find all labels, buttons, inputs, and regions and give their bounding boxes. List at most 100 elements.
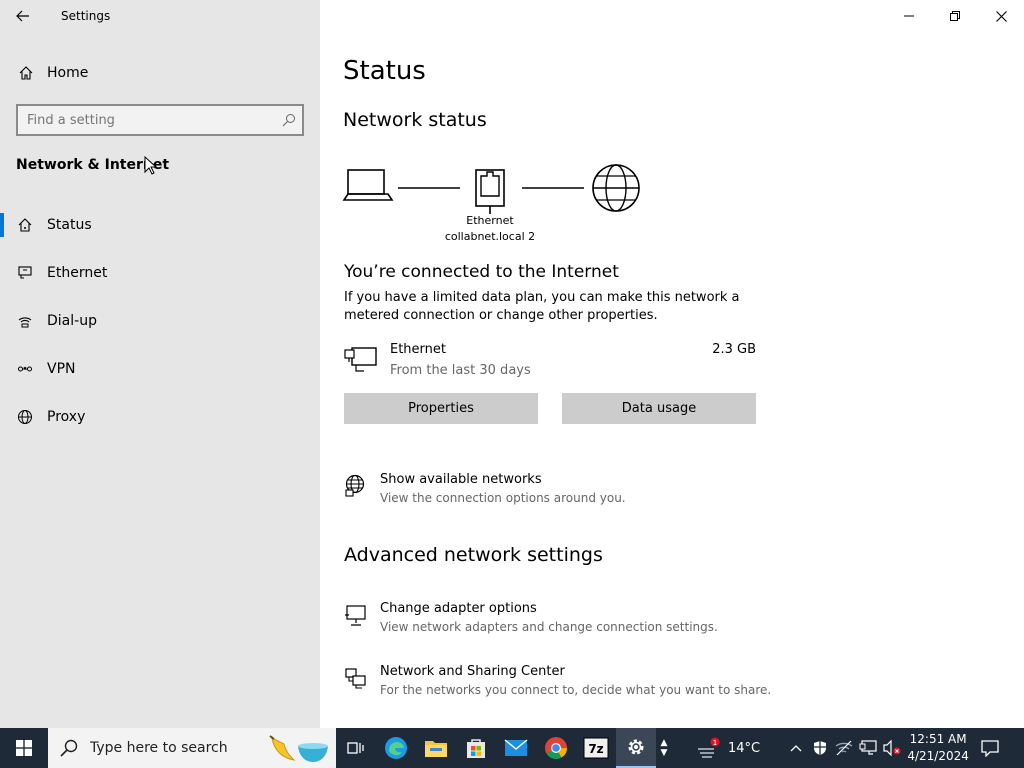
chevron-up-icon[interactable]: ▲	[661, 738, 668, 748]
taskbar-search-placeholder: Type here to search	[90, 740, 228, 756]
weather-widget[interactable]: 1 14°C	[696, 737, 760, 759]
network-warning-icon	[835, 740, 853, 756]
network-button[interactable]	[856, 728, 880, 768]
clock[interactable]: 12:51 AM 4/21/2024	[906, 731, 970, 765]
main-content: Status Network status Ethernet collabnet…	[320, 0, 1024, 728]
home-wifi-icon	[14, 217, 36, 233]
sidebar-item-home[interactable]: Home	[0, 56, 320, 90]
weather-alert-badge: 1	[713, 739, 717, 747]
windows-logo-icon	[16, 740, 32, 756]
close-button[interactable]	[978, 0, 1024, 32]
vpn-icon	[14, 361, 36, 377]
edge-button[interactable]	[376, 728, 416, 768]
volume-muted-icon	[883, 740, 901, 756]
dialup-icon	[14, 313, 36, 329]
sidebar-item-dialup[interactable]: Dial-up	[0, 297, 320, 345]
sidebar-item-label: Ethernet	[47, 265, 108, 281]
mail-icon	[504, 739, 528, 756]
page-title: Status	[343, 56, 426, 86]
laptop-icon	[342, 169, 394, 201]
edge-icon	[385, 737, 407, 759]
title-bar: Settings	[0, 0, 320, 32]
globe-icon	[14, 409, 36, 425]
chrome-button[interactable]	[536, 728, 576, 768]
network-diagram	[342, 164, 640, 214]
advanced-settings-heading: Advanced network settings	[344, 544, 603, 566]
sidebar-item-vpn[interactable]: VPN	[0, 345, 320, 393]
volume-button[interactable]	[880, 728, 904, 768]
minimize-icon	[904, 15, 914, 17]
file-explorer-button[interactable]	[416, 728, 456, 768]
diagram-label-network: collabnet.local 2	[444, 230, 536, 243]
connection-row: Ethernet From the last 30 days 2.3 GB	[344, 342, 756, 382]
restore-icon	[950, 11, 960, 21]
sidebar-item-proxy[interactable]: Proxy	[0, 393, 320, 441]
show-networks-subtitle: View the connection options around you.	[380, 491, 626, 505]
data-usage-button[interactable]: Data usage	[562, 393, 756, 424]
shield-icon	[814, 741, 827, 755]
system-tray	[784, 728, 904, 768]
settings-button[interactable]	[616, 728, 656, 768]
properties-button[interactable]: Properties	[344, 393, 538, 424]
network-globe-icon	[344, 474, 368, 502]
data-usage-amount: 2.3 GB	[712, 342, 756, 357]
connected-heading: You’re connected to the Internet	[344, 262, 619, 282]
window-controls	[886, 0, 1024, 32]
search-highlight-illustration-icon	[269, 735, 328, 762]
sidebar-item-label: Proxy	[47, 409, 86, 425]
clock-date: 4/21/2024	[907, 749, 969, 763]
chrome-icon	[545, 737, 567, 759]
notification-icon	[981, 740, 999, 757]
app-title: Settings	[61, 9, 111, 23]
restore-button[interactable]	[932, 0, 978, 32]
store-button[interactable]	[456, 728, 496, 768]
connection-period: From the last 30 days	[390, 363, 531, 378]
temperature: 14°C	[728, 740, 761, 756]
folder-icon	[425, 741, 447, 757]
back-button[interactable]	[0, 0, 46, 32]
sidebar-item-label: Status	[47, 217, 92, 233]
chevron-up-icon	[790, 745, 802, 752]
notification-center-button[interactable]	[970, 728, 1010, 768]
start-button[interactable]	[0, 728, 48, 768]
adapter-monitor-icon	[344, 603, 368, 631]
show-networks-title: Show available networks	[380, 472, 542, 487]
sharing-center-icon	[344, 666, 368, 694]
taskbar-scroll[interactable]: ▲ ▼	[656, 728, 672, 768]
connection-name: Ethernet	[390, 342, 446, 357]
mail-button[interactable]	[496, 728, 536, 768]
7zip-icon: 7z	[583, 737, 609, 759]
search-icon	[60, 739, 78, 757]
7zip-label: 7z	[588, 742, 603, 756]
search-icon[interactable]	[282, 112, 296, 131]
setting-search-input[interactable]	[27, 112, 267, 128]
task-view-button[interactable]	[336, 728, 376, 768]
taskbar-search-box[interactable]: Type here to search	[48, 728, 336, 768]
sidebar-item-status[interactable]: Status	[0, 201, 320, 249]
network-status-heading: Network status	[343, 109, 487, 131]
globe-icon	[592, 164, 640, 212]
ethernet-monitor-icon	[344, 346, 378, 378]
7zip-button[interactable]: 7z	[576, 728, 616, 768]
back-arrow-icon	[16, 10, 29, 22]
sidebar-item-label: VPN	[47, 361, 76, 377]
clock-time: 12:51 AM	[909, 732, 967, 746]
connected-description: If you have a limited data plan, you can…	[344, 290, 740, 323]
sharing-center-subtitle: For the networks you connect to, decide …	[380, 683, 772, 697]
sidebar-item-ethernet[interactable]: Ethernet	[0, 249, 320, 297]
change-adapter-title: Change adapter options	[380, 601, 537, 616]
diagram-label: Ethernet collabnet.local 2	[440, 213, 540, 245]
monitor-network-icon	[859, 740, 877, 755]
minimize-button[interactable]	[886, 0, 932, 32]
show-hidden-icons-button[interactable]	[784, 728, 808, 768]
sidebar-item-label: Dial-up	[47, 313, 97, 329]
setting-search-box[interactable]	[16, 104, 304, 136]
sharing-center-link[interactable]: Network and Sharing Center For the netwo…	[344, 664, 844, 704]
chevron-down-icon[interactable]: ▼	[661, 748, 668, 758]
sidebar-nav: Status Ethernet Dial-up VPN Proxy	[0, 201, 320, 441]
network-disabled-button[interactable]	[832, 728, 856, 768]
taskbar: Type here to search 7z ▲ ▼ 1 14°C 12:51 …	[0, 728, 1024, 768]
show-networks-link[interactable]: Show available networks View the connect…	[344, 472, 844, 512]
defender-button[interactable]	[808, 728, 832, 768]
change-adapter-link[interactable]: Change adapter options View network adap…	[344, 601, 844, 641]
